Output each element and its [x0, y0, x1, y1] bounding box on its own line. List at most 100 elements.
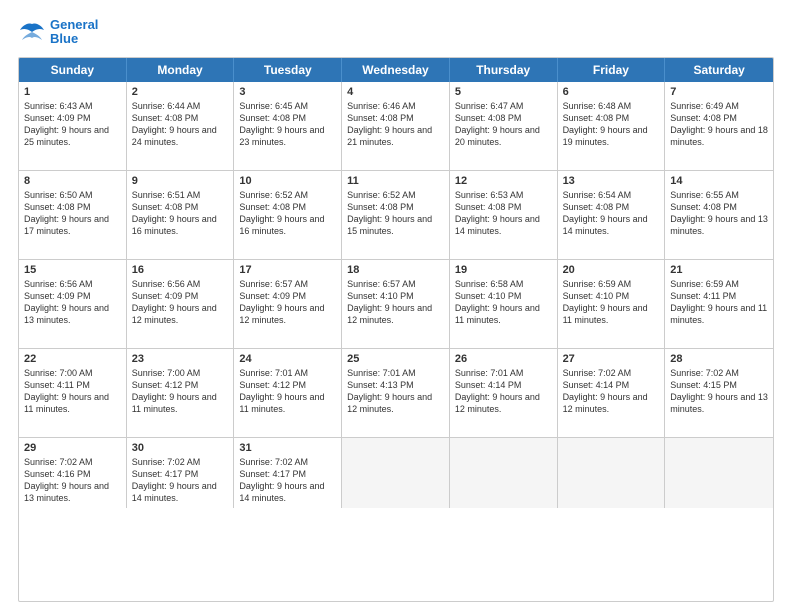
calendar-empty-cell [665, 438, 773, 509]
sunrise-line: Sunrise: 6:56 AM [132, 278, 229, 290]
sunrise-line: Sunrise: 6:48 AM [563, 100, 660, 112]
calendar-day-7: 7 Sunrise: 6:49 AM Sunset: 4:08 PM Dayli… [665, 82, 773, 170]
calendar-day-3: 3 Sunrise: 6:45 AM Sunset: 4:08 PM Dayli… [234, 82, 342, 170]
daylight-line: Daylight: 9 hours and 11 minutes. [563, 302, 660, 326]
day-number: 16 [132, 264, 229, 276]
sunrise-line: Sunrise: 6:51 AM [132, 189, 229, 201]
sunset-line: Sunset: 4:17 PM [239, 468, 336, 480]
daylight-line: Daylight: 9 hours and 14 minutes. [563, 213, 660, 237]
calendar-day-10: 10 Sunrise: 6:52 AM Sunset: 4:08 PM Dayl… [234, 171, 342, 259]
daylight-line: Daylight: 9 hours and 12 minutes. [239, 302, 336, 326]
calendar-day-17: 17 Sunrise: 6:57 AM Sunset: 4:09 PM Dayl… [234, 260, 342, 348]
calendar-day-5: 5 Sunrise: 6:47 AM Sunset: 4:08 PM Dayli… [450, 82, 558, 170]
header-day-thursday: Thursday [450, 58, 558, 82]
header-day-wednesday: Wednesday [342, 58, 450, 82]
sunrise-line: Sunrise: 6:46 AM [347, 100, 444, 112]
sunrise-line: Sunrise: 6:45 AM [239, 100, 336, 112]
daylight-line: Daylight: 9 hours and 13 minutes. [24, 480, 121, 504]
sunset-line: Sunset: 4:08 PM [563, 201, 660, 213]
sunset-line: Sunset: 4:08 PM [347, 201, 444, 213]
calendar-day-26: 26 Sunrise: 7:01 AM Sunset: 4:14 PM Dayl… [450, 349, 558, 437]
calendar-day-30: 30 Sunrise: 7:02 AM Sunset: 4:17 PM Dayl… [127, 438, 235, 509]
sunset-line: Sunset: 4:10 PM [563, 290, 660, 302]
day-number: 2 [132, 86, 229, 98]
day-number: 11 [347, 175, 444, 187]
sunrise-line: Sunrise: 6:57 AM [347, 278, 444, 290]
sunset-line: Sunset: 4:10 PM [347, 290, 444, 302]
day-number: 6 [563, 86, 660, 98]
daylight-line: Daylight: 9 hours and 23 minutes. [239, 124, 336, 148]
day-number: 12 [455, 175, 552, 187]
day-number: 5 [455, 86, 552, 98]
sunset-line: Sunset: 4:08 PM [24, 201, 121, 213]
calendar-day-4: 4 Sunrise: 6:46 AM Sunset: 4:08 PM Dayli… [342, 82, 450, 170]
calendar-day-18: 18 Sunrise: 6:57 AM Sunset: 4:10 PM Dayl… [342, 260, 450, 348]
calendar-day-12: 12 Sunrise: 6:53 AM Sunset: 4:08 PM Dayl… [450, 171, 558, 259]
day-number: 17 [239, 264, 336, 276]
calendar-day-14: 14 Sunrise: 6:55 AM Sunset: 4:08 PM Dayl… [665, 171, 773, 259]
header-day-saturday: Saturday [665, 58, 773, 82]
calendar-day-22: 22 Sunrise: 7:00 AM Sunset: 4:11 PM Dayl… [19, 349, 127, 437]
daylight-line: Daylight: 9 hours and 12 minutes. [132, 302, 229, 326]
calendar-day-2: 2 Sunrise: 6:44 AM Sunset: 4:08 PM Dayli… [127, 82, 235, 170]
day-number: 24 [239, 353, 336, 365]
daylight-line: Daylight: 9 hours and 19 minutes. [563, 124, 660, 148]
sunset-line: Sunset: 4:08 PM [455, 201, 552, 213]
sunset-line: Sunset: 4:11 PM [670, 290, 768, 302]
calendar-day-31: 31 Sunrise: 7:02 AM Sunset: 4:17 PM Dayl… [234, 438, 342, 509]
sunrise-line: Sunrise: 6:58 AM [455, 278, 552, 290]
sunset-line: Sunset: 4:17 PM [132, 468, 229, 480]
calendar: SundayMondayTuesdayWednesdayThursdayFrid… [18, 57, 774, 602]
sunrise-line: Sunrise: 7:01 AM [239, 367, 336, 379]
day-number: 20 [563, 264, 660, 276]
daylight-line: Daylight: 9 hours and 14 minutes. [239, 480, 336, 504]
logo-icon [18, 20, 46, 44]
calendar-day-24: 24 Sunrise: 7:01 AM Sunset: 4:12 PM Dayl… [234, 349, 342, 437]
calendar-day-27: 27 Sunrise: 7:02 AM Sunset: 4:14 PM Dayl… [558, 349, 666, 437]
day-number: 8 [24, 175, 121, 187]
header-day-sunday: Sunday [19, 58, 127, 82]
sunrise-line: Sunrise: 6:52 AM [239, 189, 336, 201]
calendar-day-25: 25 Sunrise: 7:01 AM Sunset: 4:13 PM Dayl… [342, 349, 450, 437]
daylight-line: Daylight: 9 hours and 11 minutes. [455, 302, 552, 326]
day-number: 13 [563, 175, 660, 187]
daylight-line: Daylight: 9 hours and 16 minutes. [239, 213, 336, 237]
sunrise-line: Sunrise: 6:49 AM [670, 100, 768, 112]
logo: General Blue [18, 18, 98, 47]
sunrise-line: Sunrise: 7:01 AM [455, 367, 552, 379]
calendar-body: 1 Sunrise: 6:43 AM Sunset: 4:09 PM Dayli… [19, 82, 773, 509]
calendar-day-19: 19 Sunrise: 6:58 AM Sunset: 4:10 PM Dayl… [450, 260, 558, 348]
calendar-day-1: 1 Sunrise: 6:43 AM Sunset: 4:09 PM Dayli… [19, 82, 127, 170]
calendar-day-28: 28 Sunrise: 7:02 AM Sunset: 4:15 PM Dayl… [665, 349, 773, 437]
daylight-line: Daylight: 9 hours and 11 minutes. [239, 391, 336, 415]
sunset-line: Sunset: 4:14 PM [455, 379, 552, 391]
sunset-line: Sunset: 4:08 PM [670, 201, 768, 213]
daylight-line: Daylight: 9 hours and 11 minutes. [132, 391, 229, 415]
daylight-line: Daylight: 9 hours and 15 minutes. [347, 213, 444, 237]
calendar-empty-cell [342, 438, 450, 509]
calendar-week-1: 1 Sunrise: 6:43 AM Sunset: 4:09 PM Dayli… [19, 82, 773, 170]
day-number: 14 [670, 175, 768, 187]
sunrise-line: Sunrise: 6:56 AM [24, 278, 121, 290]
daylight-line: Daylight: 9 hours and 12 minutes. [347, 391, 444, 415]
sunrise-line: Sunrise: 6:54 AM [563, 189, 660, 201]
calendar-day-15: 15 Sunrise: 6:56 AM Sunset: 4:09 PM Dayl… [19, 260, 127, 348]
day-number: 25 [347, 353, 444, 365]
header-day-tuesday: Tuesday [234, 58, 342, 82]
sunset-line: Sunset: 4:12 PM [132, 379, 229, 391]
sunrise-line: Sunrise: 7:00 AM [24, 367, 121, 379]
header: General Blue [18, 18, 774, 47]
day-number: 27 [563, 353, 660, 365]
calendar-day-21: 21 Sunrise: 6:59 AM Sunset: 4:11 PM Dayl… [665, 260, 773, 348]
daylight-line: Daylight: 9 hours and 12 minutes. [563, 391, 660, 415]
sunrise-line: Sunrise: 7:02 AM [563, 367, 660, 379]
day-number: 28 [670, 353, 768, 365]
daylight-line: Daylight: 9 hours and 13 minutes. [24, 302, 121, 326]
sunrise-line: Sunrise: 7:02 AM [24, 456, 121, 468]
day-number: 9 [132, 175, 229, 187]
daylight-line: Daylight: 9 hours and 12 minutes. [455, 391, 552, 415]
daylight-line: Daylight: 9 hours and 25 minutes. [24, 124, 121, 148]
daylight-line: Daylight: 9 hours and 11 minutes. [24, 391, 121, 415]
sunrise-line: Sunrise: 7:01 AM [347, 367, 444, 379]
daylight-line: Daylight: 9 hours and 12 minutes. [347, 302, 444, 326]
